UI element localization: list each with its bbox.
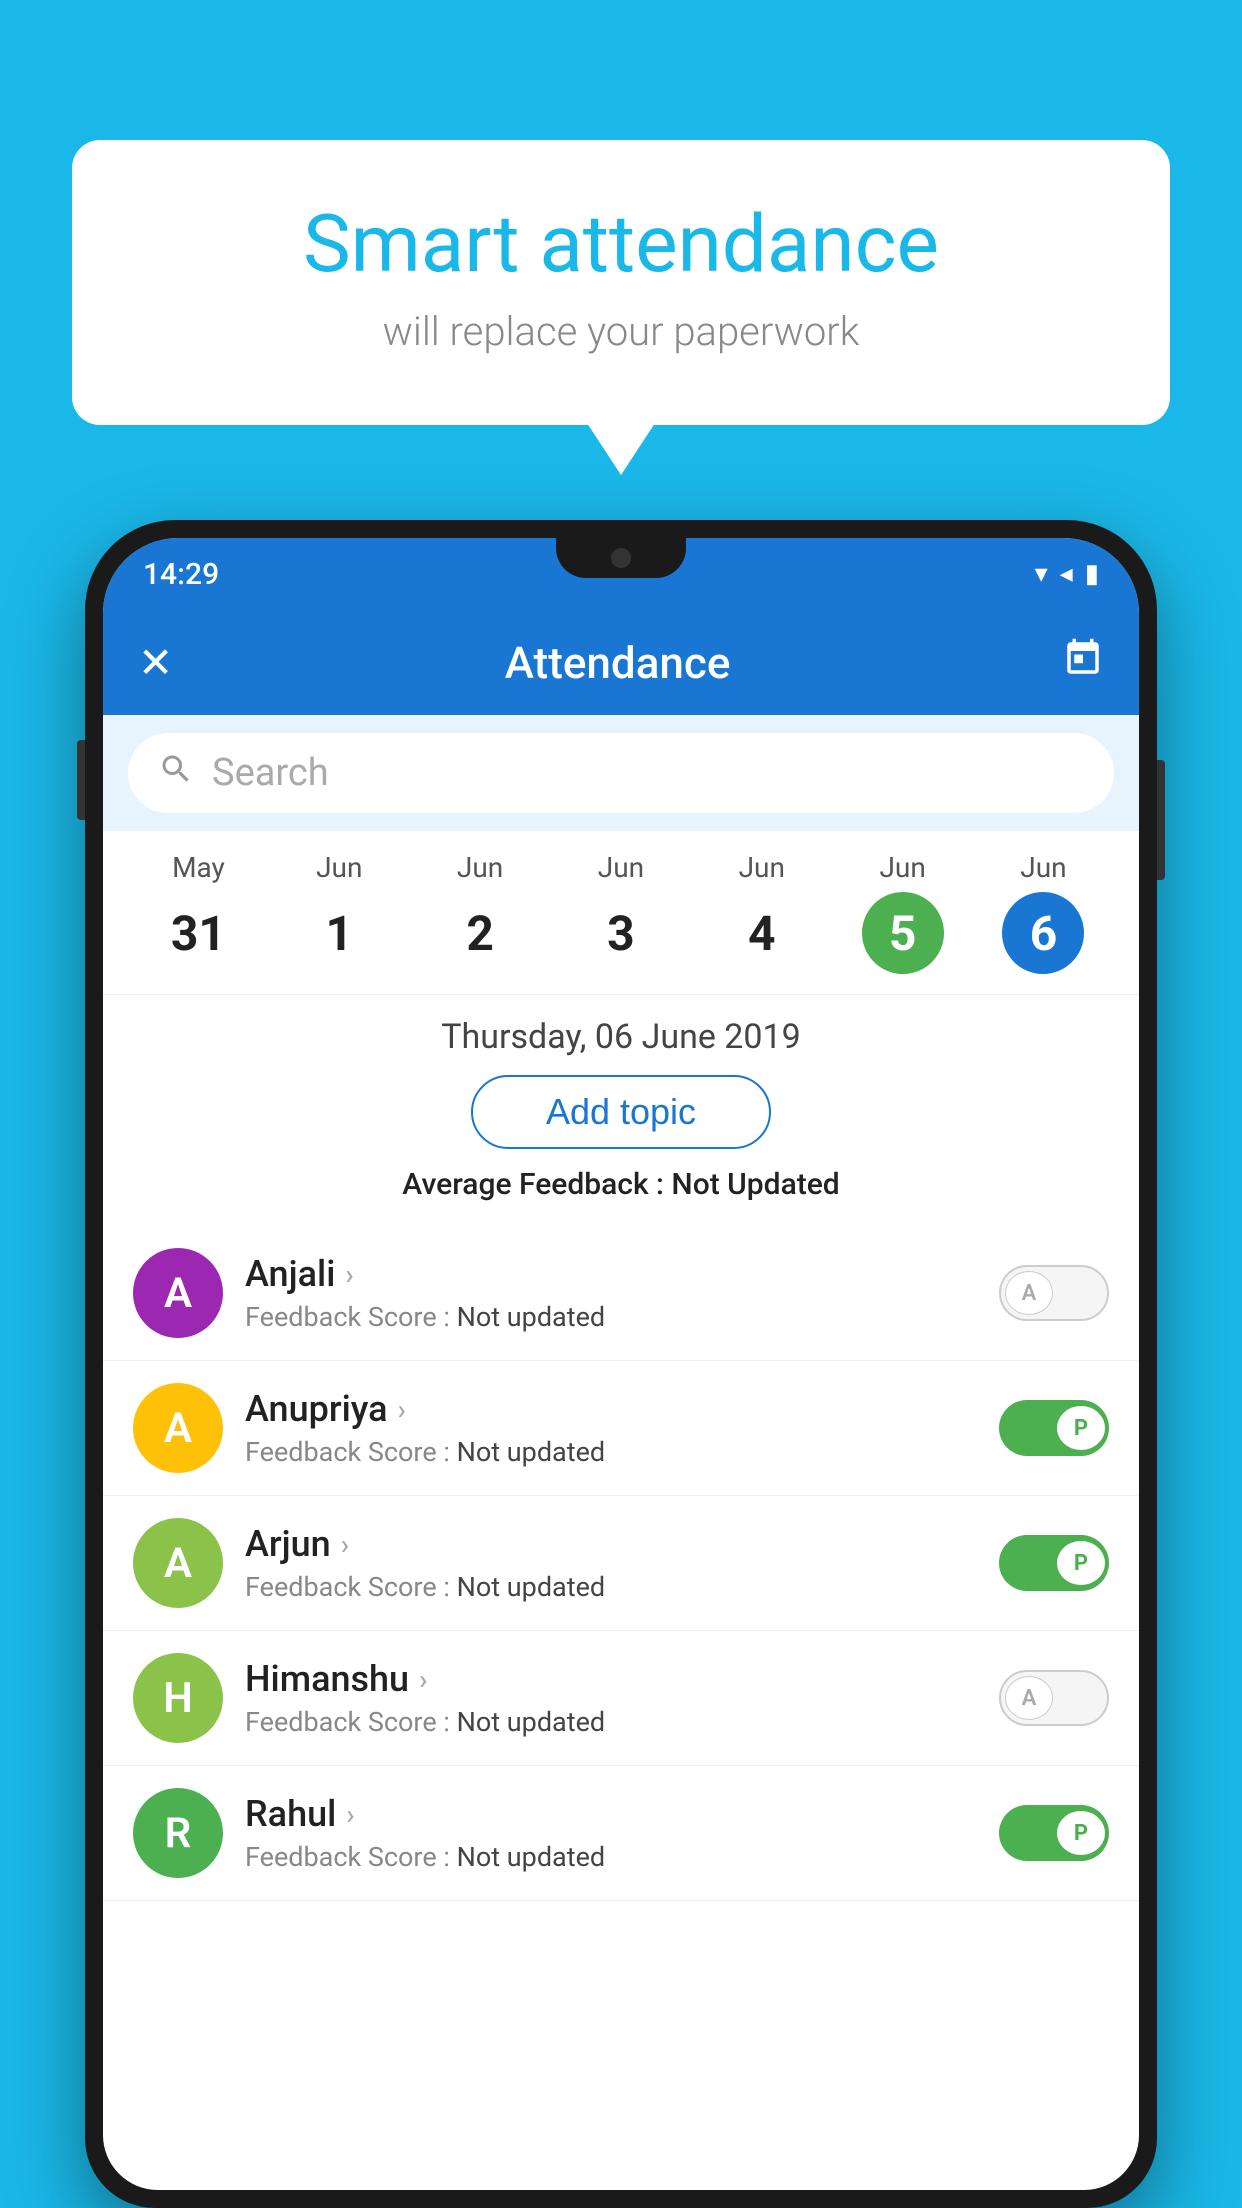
cal-date-number: 4 — [721, 892, 803, 974]
cal-month-label: Jun — [598, 851, 644, 884]
chevron-icon: › — [419, 1663, 427, 1696]
calendar-day[interactable]: Jun 3 — [580, 851, 662, 974]
feedback-score: Feedback Score : Not updated — [245, 1841, 977, 1873]
attendance-toggle-rahul[interactable]: P — [999, 1805, 1109, 1861]
chevron-icon: › — [345, 1258, 353, 1291]
wifi-icon: ▾ — [1035, 559, 1048, 589]
student-info: Anupriya › Feedback Score : Not updated — [245, 1388, 977, 1468]
bubble-subtitle: will replace your paperwork — [152, 308, 1090, 355]
avatar: A — [133, 1383, 223, 1473]
toggle-knob: A — [1005, 1271, 1053, 1315]
notch — [556, 538, 686, 578]
calendar-day[interactable]: Jun 4 — [721, 851, 803, 974]
student-name: Himanshu › — [245, 1658, 977, 1700]
cal-date-number: 1 — [298, 892, 380, 974]
student-name: Anupriya › — [245, 1388, 977, 1430]
bubble-title: Smart attendance — [152, 200, 1090, 288]
calendar-day[interactable]: May 31 — [157, 851, 239, 974]
app-bar: ✕ Attendance — [103, 610, 1139, 715]
status-time: 14:29 — [143, 557, 219, 592]
cal-month-label: Jun — [316, 851, 362, 884]
avatar: R — [133, 1788, 223, 1878]
cal-date-number: 31 — [157, 892, 239, 974]
status-icons: ▾ ◂ ▮ — [1035, 559, 1099, 589]
feedback-score: Feedback Score : Not updated — [245, 1706, 977, 1738]
avg-feedback-label: Average Feedback : — [402, 1167, 671, 1202]
calendar-icon[interactable] — [1062, 637, 1104, 689]
toggle-knob: P — [1057, 1811, 1105, 1855]
student-list: AAnjali ›Feedback Score : Not updatedAAA… — [103, 1226, 1139, 1901]
toggle-knob: P — [1057, 1406, 1105, 1450]
student-info: Arjun › Feedback Score : Not updated — [245, 1523, 977, 1603]
date-info: Thursday, 06 June 2019 Add topic Average… — [103, 995, 1139, 1226]
calendar-day[interactable]: Jun 6 — [1002, 851, 1084, 974]
average-feedback: Average Feedback : Not Updated — [103, 1167, 1139, 1218]
calendar-day[interactable]: Jun 2 — [439, 851, 521, 974]
search-bar[interactable]: Search — [128, 733, 1114, 813]
calendar-strip: May 31 Jun 1 Jun 2 Jun 3 Jun 4 Jun 5 Jun 6 — [103, 831, 1139, 995]
search-container: Search — [103, 715, 1139, 831]
status-bar: 14:29 ▾ ◂ ▮ — [103, 538, 1139, 610]
cal-month-label: Jun — [457, 851, 503, 884]
student-item[interactable]: H Himanshu › Feedback Score : Not updated A — [103, 1631, 1139, 1766]
attendance-toggle-anjali[interactable]: A — [999, 1265, 1109, 1321]
student-info: Himanshu › Feedback Score : Not updated — [245, 1658, 977, 1738]
cal-month-label: May — [172, 851, 225, 884]
selected-date-text: Thursday, 06 June 2019 — [103, 1017, 1139, 1057]
avatar: A — [133, 1518, 223, 1608]
student-name: Arjun › — [245, 1523, 977, 1565]
cal-date-number: 2 — [439, 892, 521, 974]
avatar: A — [133, 1248, 223, 1338]
phone-screen: 14:29 ▾ ◂ ▮ ✕ Attendance — [103, 538, 1139, 2190]
search-placeholder: Search — [212, 751, 329, 795]
student-name: Rahul › — [245, 1793, 977, 1835]
speech-bubble: Smart attendance will replace your paper… — [72, 140, 1170, 425]
toggle-knob: A — [1005, 1676, 1053, 1720]
student-item[interactable]: R Rahul › Feedback Score : Not updated P — [103, 1766, 1139, 1901]
feedback-score: Feedback Score : Not updated — [245, 1571, 977, 1603]
cal-month-label: Jun — [879, 851, 925, 884]
student-name: Anjali › — [245, 1253, 977, 1295]
cal-month-label: Jun — [739, 851, 785, 884]
calendar-day[interactable]: Jun 5 — [862, 851, 944, 974]
cal-date-number: 3 — [580, 892, 662, 974]
battery-icon: ▮ — [1085, 559, 1099, 589]
toggle-knob: P — [1057, 1541, 1105, 1585]
add-topic-button[interactable]: Add topic — [471, 1075, 771, 1149]
chevron-icon: › — [398, 1393, 406, 1426]
avg-feedback-value: Not Updated — [671, 1167, 839, 1202]
feedback-score: Feedback Score : Not updated — [245, 1301, 977, 1333]
search-icon — [158, 751, 194, 796]
student-info: Rahul › Feedback Score : Not updated — [245, 1793, 977, 1873]
volume-button — [77, 740, 85, 820]
student-item[interactable]: A Arjun › Feedback Score : Not updated P — [103, 1496, 1139, 1631]
calendar-day[interactable]: Jun 1 — [298, 851, 380, 974]
student-item[interactable]: A Anupriya › Feedback Score : Not updated P — [103, 1361, 1139, 1496]
cal-month-label: Jun — [1020, 851, 1066, 884]
front-camera — [611, 548, 631, 568]
phone-frame: 14:29 ▾ ◂ ▮ ✕ Attendance — [85, 520, 1157, 2208]
avatar: H — [133, 1653, 223, 1743]
cal-date-number: 6 — [1002, 892, 1084, 974]
attendance-toggle-arjun[interactable]: P — [999, 1535, 1109, 1591]
signal-icon: ◂ — [1060, 559, 1073, 589]
chevron-icon: › — [346, 1798, 354, 1831]
student-item[interactable]: A Anjali › Feedback Score : Not updated A — [103, 1226, 1139, 1361]
chevron-icon: › — [341, 1528, 349, 1561]
attendance-toggle-himanshu[interactable]: A — [999, 1670, 1109, 1726]
app-bar-title: Attendance — [505, 637, 731, 689]
cal-date-number: 5 — [862, 892, 944, 974]
student-info: Anjali › Feedback Score : Not updated — [245, 1253, 977, 1333]
attendance-toggle-anupriya[interactable]: P — [999, 1400, 1109, 1456]
feedback-score: Feedback Score : Not updated — [245, 1436, 977, 1468]
power-button — [1157, 760, 1165, 880]
close-button[interactable]: ✕ — [138, 638, 173, 688]
